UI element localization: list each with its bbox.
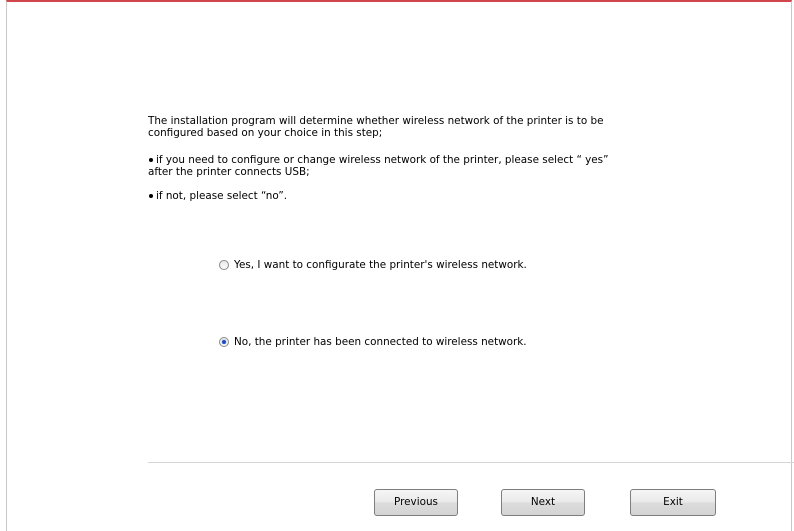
bullet-icon xyxy=(149,193,153,198)
bullet-configure: if you need to configure or change wirel… xyxy=(148,154,618,178)
bullet-icon xyxy=(149,157,153,162)
footer-divider xyxy=(148,462,794,463)
bullet-configure-text: if you need to configure or change wirel… xyxy=(148,154,609,178)
radio-yes-circle[interactable] xyxy=(219,260,229,270)
bullet-not: if not, please select “no”. xyxy=(148,190,618,203)
next-button[interactable]: Next xyxy=(501,489,585,516)
radio-option-yes[interactable]: Yes, I want to configurate the printer's… xyxy=(219,259,527,271)
bullet-not-text: if not, please select “no”. xyxy=(156,190,288,202)
instructions-block: The installation program will determine … xyxy=(148,115,618,203)
previous-button[interactable]: Previous xyxy=(374,489,458,516)
radio-dot xyxy=(222,340,226,344)
radio-no-circle[interactable] xyxy=(219,337,229,347)
exit-button[interactable]: Exit xyxy=(630,489,716,516)
intro-text: The installation program will determine … xyxy=(148,115,604,139)
radio-no-label[interactable]: No, the printer has been connected to wi… xyxy=(234,336,527,348)
radio-option-no[interactable]: No, the printer has been connected to wi… xyxy=(219,336,527,348)
radio-yes-label[interactable]: Yes, I want to configurate the printer's… xyxy=(234,259,527,271)
